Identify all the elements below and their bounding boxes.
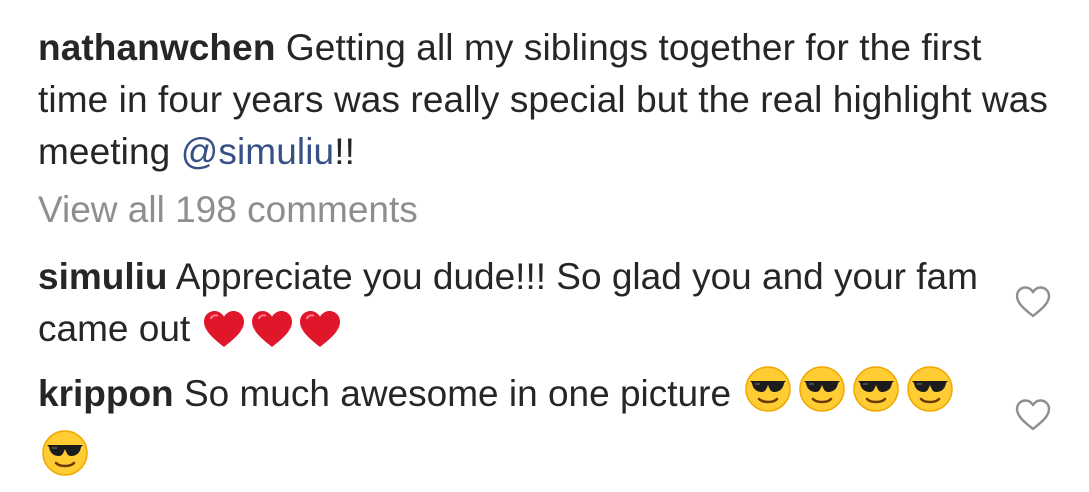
sunglasses-face-emoji-icon <box>40 428 90 492</box>
caption-text-end: !! <box>334 131 355 172</box>
view-all-comments-link[interactable]: View all 198 comments <box>38 184 418 236</box>
comment-username-link[interactable]: krippon <box>38 373 174 414</box>
sunglasses-face-emoji-icon <box>905 364 955 428</box>
red-heart-emoji-icon <box>298 309 342 363</box>
comment-item: krippon So much awesome in one picture <box>38 364 988 492</box>
post-caption: nathanwchen Getting all my siblings toge… <box>38 22 1058 178</box>
sunglasses-face-emoji-icon <box>743 364 793 428</box>
red-heart-emoji-icon <box>202 309 246 363</box>
caption-username-link[interactable]: nathanwchen <box>38 27 276 68</box>
caption-mention-link[interactable]: @simuliu <box>181 131 335 172</box>
red-heart-emoji-icon <box>250 309 294 363</box>
instagram-comments-panel: nathanwchen Getting all my siblings toge… <box>0 0 1089 486</box>
heart-outline-icon[interactable] <box>1014 285 1052 319</box>
comment-username-link[interactable]: simuliu <box>38 256 168 297</box>
comment-item: simuliu Appreciate you dude!!! So glad y… <box>38 251 988 363</box>
comment-text: Appreciate you dude!!! So glad you and y… <box>38 256 978 349</box>
heart-outline-icon[interactable] <box>1014 398 1052 432</box>
sunglasses-face-emoji-icon <box>797 364 847 428</box>
comment-text: So much awesome in one picture <box>173 373 742 414</box>
sunglasses-face-emoji-icon <box>851 364 901 428</box>
